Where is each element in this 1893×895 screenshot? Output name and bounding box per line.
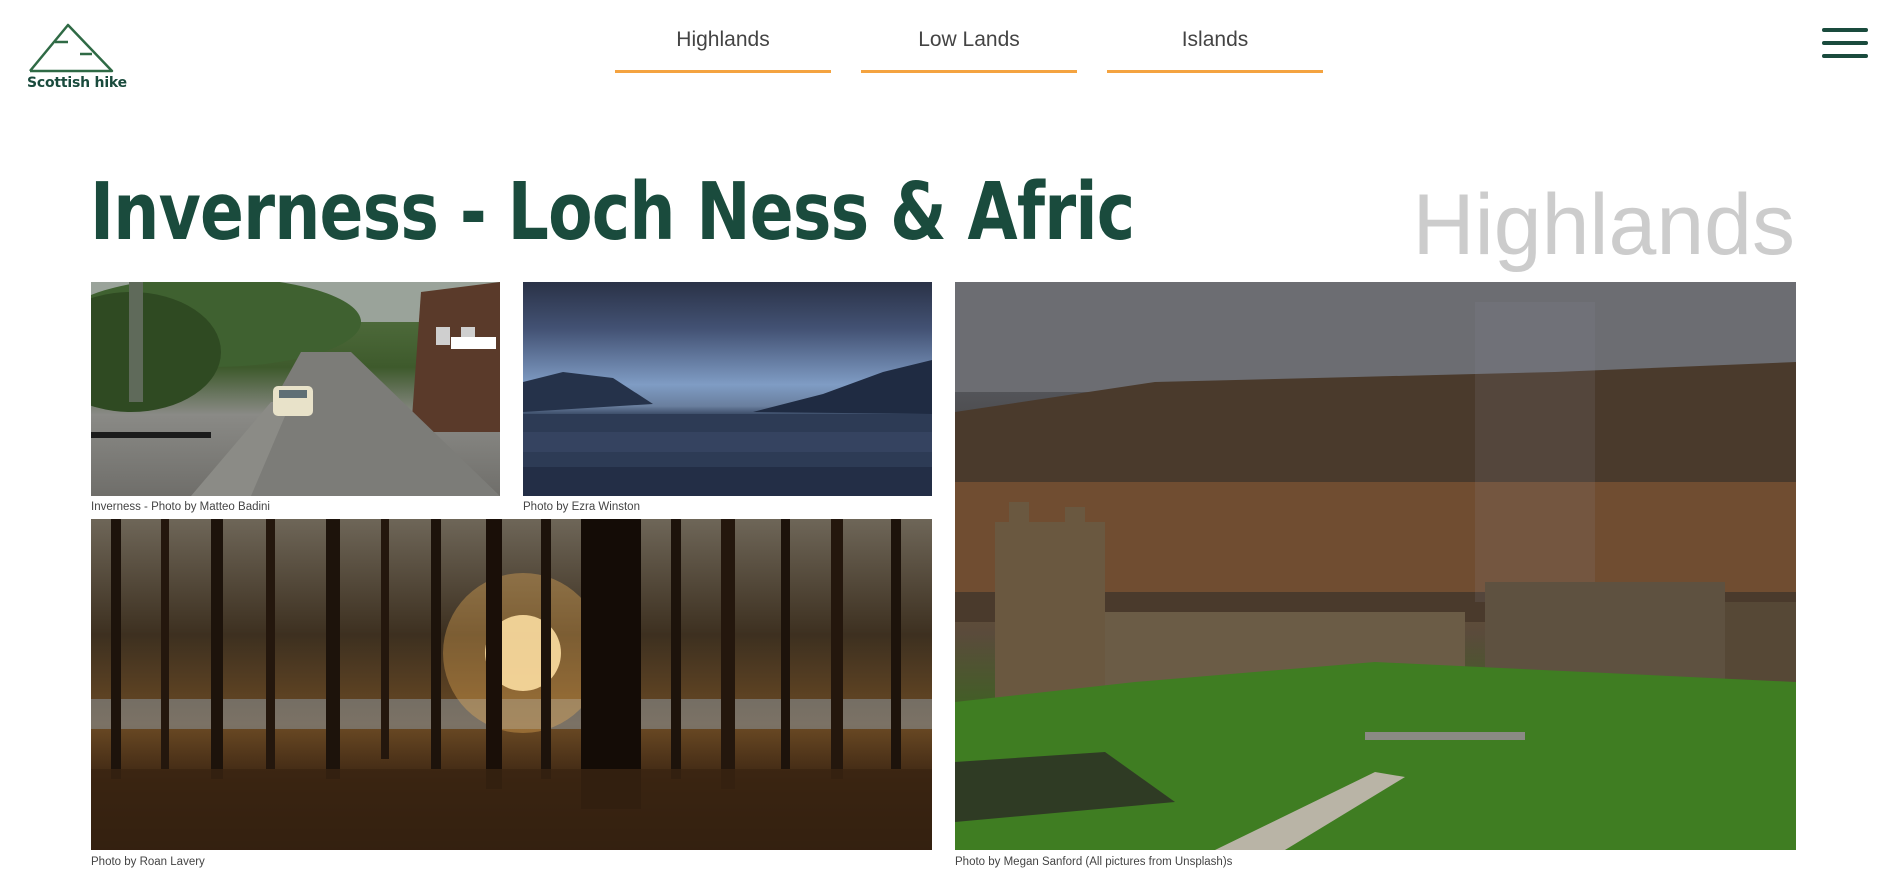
photo-caption: Photo by Roan Lavery (91, 856, 205, 868)
menu-bar (1822, 41, 1868, 45)
photo-forest-sunset (91, 519, 932, 850)
logo-text: Scottish hike (27, 75, 127, 91)
nav-link-low-lands[interactable]: Low Lands (861, 20, 1077, 73)
nav-link-islands[interactable]: Islands (1107, 20, 1323, 73)
photo-caption: Inverness - Photo by Matteo Badini (91, 501, 270, 513)
mountain-logo-icon (29, 23, 114, 73)
page-title: Inverness - Loch Ness & Afric (90, 166, 1135, 258)
logo-link[interactable]: Scottish hike (26, 22, 127, 92)
hamburger-menu-icon[interactable] (1822, 28, 1870, 60)
photo-caption: Photo by Megan Sanford (All pictures fro… (955, 856, 1233, 868)
photo-caption: Photo by Ezra Winston (523, 501, 640, 513)
photo-castle-ruin (955, 282, 1796, 850)
menu-bar (1822, 54, 1868, 58)
photo-inverness-street (91, 282, 500, 496)
photo-loch-water (523, 282, 932, 496)
nav-link-highlands[interactable]: Highlands (615, 20, 831, 73)
region-heading: Highlands (1412, 177, 1795, 273)
menu-bar (1822, 28, 1868, 32)
